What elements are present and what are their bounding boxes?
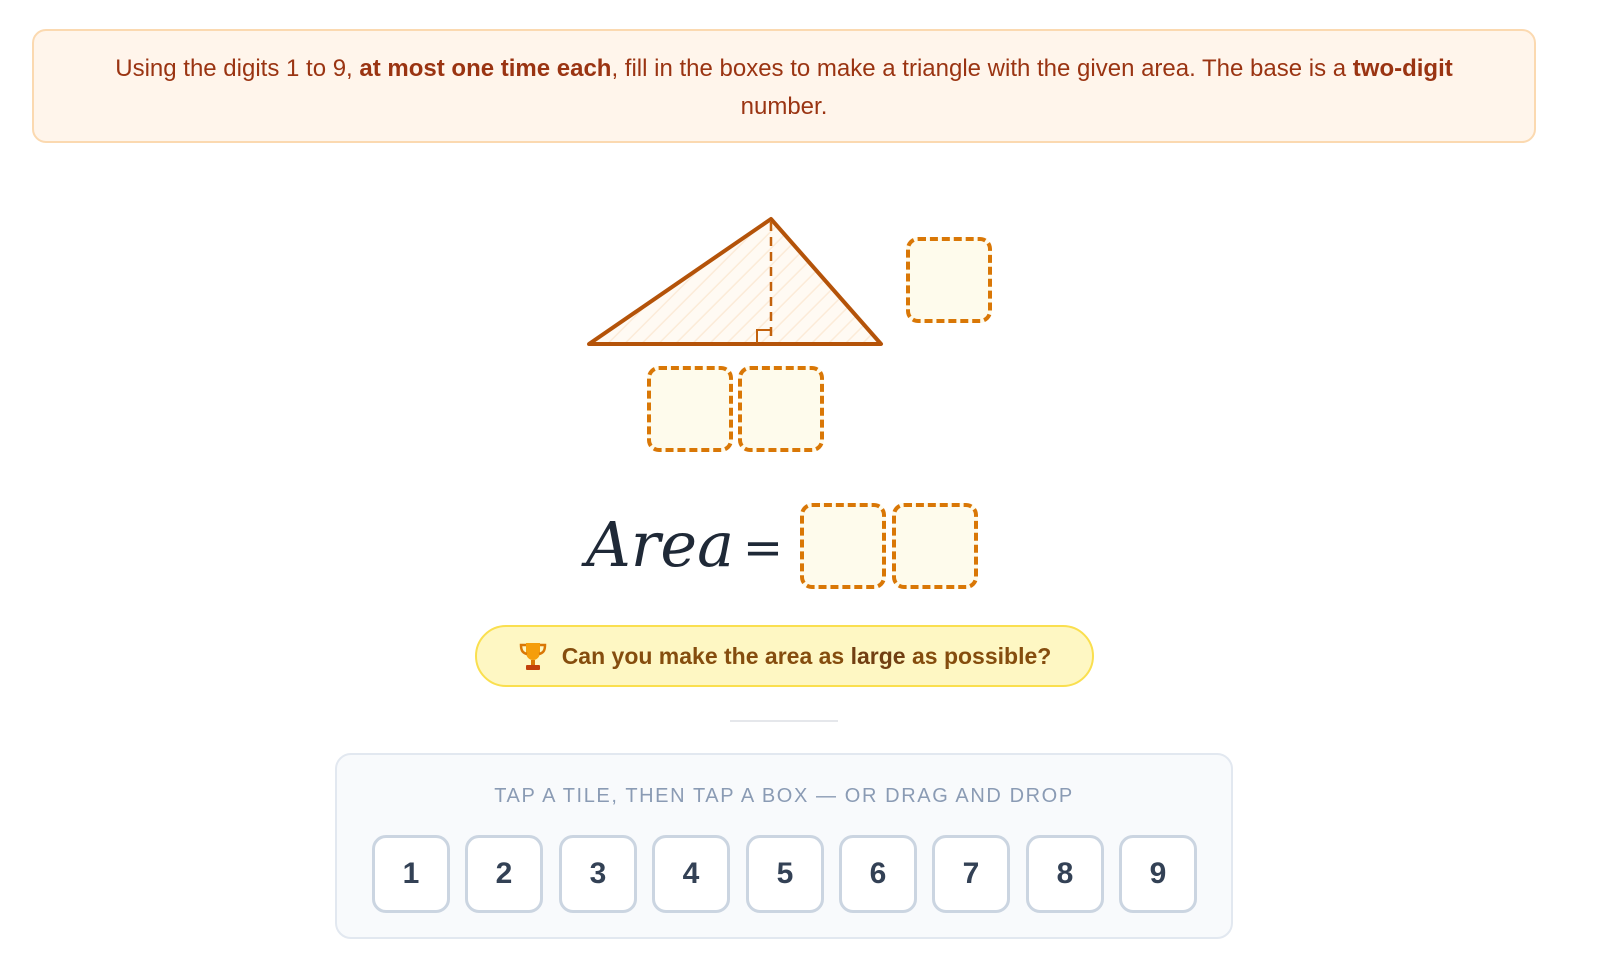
instructions-emphasis-1: at most one time each	[359, 55, 612, 82]
instructions-panel: Using the digits 1 to 9, at most one tim…	[32, 29, 1536, 143]
digit-tile-7[interactable]: 7	[932, 835, 1010, 913]
area-ones-digit-box[interactable]	[892, 503, 978, 589]
challenge-emphasis: large	[850, 642, 906, 669]
digit-tile-1[interactable]: 1	[372, 835, 450, 913]
challenge-text-prefix: Can you make the area as	[561, 642, 851, 669]
divider	[730, 720, 838, 722]
instructions-emphasis-2: two-digit	[1352, 55, 1453, 82]
height-digit-box[interactable]	[906, 237, 992, 323]
right-angle-marker	[756, 329, 771, 343]
base-ones-digit-box[interactable]	[738, 366, 824, 452]
digit-tile-3[interactable]: 3	[559, 835, 637, 913]
base-tens-digit-box[interactable]	[647, 366, 733, 452]
trophy-icon	[518, 640, 548, 672]
challenge-banner: Can you make the area as large as possib…	[475, 625, 1094, 687]
instructions-text-2: , fill in the boxes to make a triangle w…	[611, 55, 1353, 82]
area-tens-digit-box[interactable]	[800, 503, 886, 589]
digit-tile-9[interactable]: 9	[1119, 835, 1197, 913]
tray-hint: TAP A TILE, THEN TAP A BOX — OR DRAG AND…	[494, 785, 1074, 807]
equals-sign: =	[742, 520, 784, 576]
digit-tray: TAP A TILE, THEN TAP A BOX — OR DRAG AND…	[335, 753, 1233, 939]
digit-tile-2[interactable]: 2	[465, 835, 543, 913]
challenge-text: Can you make the area as large as possib…	[562, 643, 1052, 670]
triangle-shape	[587, 217, 883, 346]
digit-tile-6[interactable]: 6	[839, 835, 917, 913]
challenge-text-suffix: as possible?	[905, 642, 1052, 669]
digit-tile-8[interactable]: 8	[1026, 835, 1104, 913]
instructions-text-1: Using the digits 1 to 9,	[115, 55, 360, 82]
instructions-text-3: number.	[740, 93, 828, 120]
digit-tile-5[interactable]: 5	[746, 835, 824, 913]
digit-tile-4[interactable]: 4	[652, 835, 730, 913]
